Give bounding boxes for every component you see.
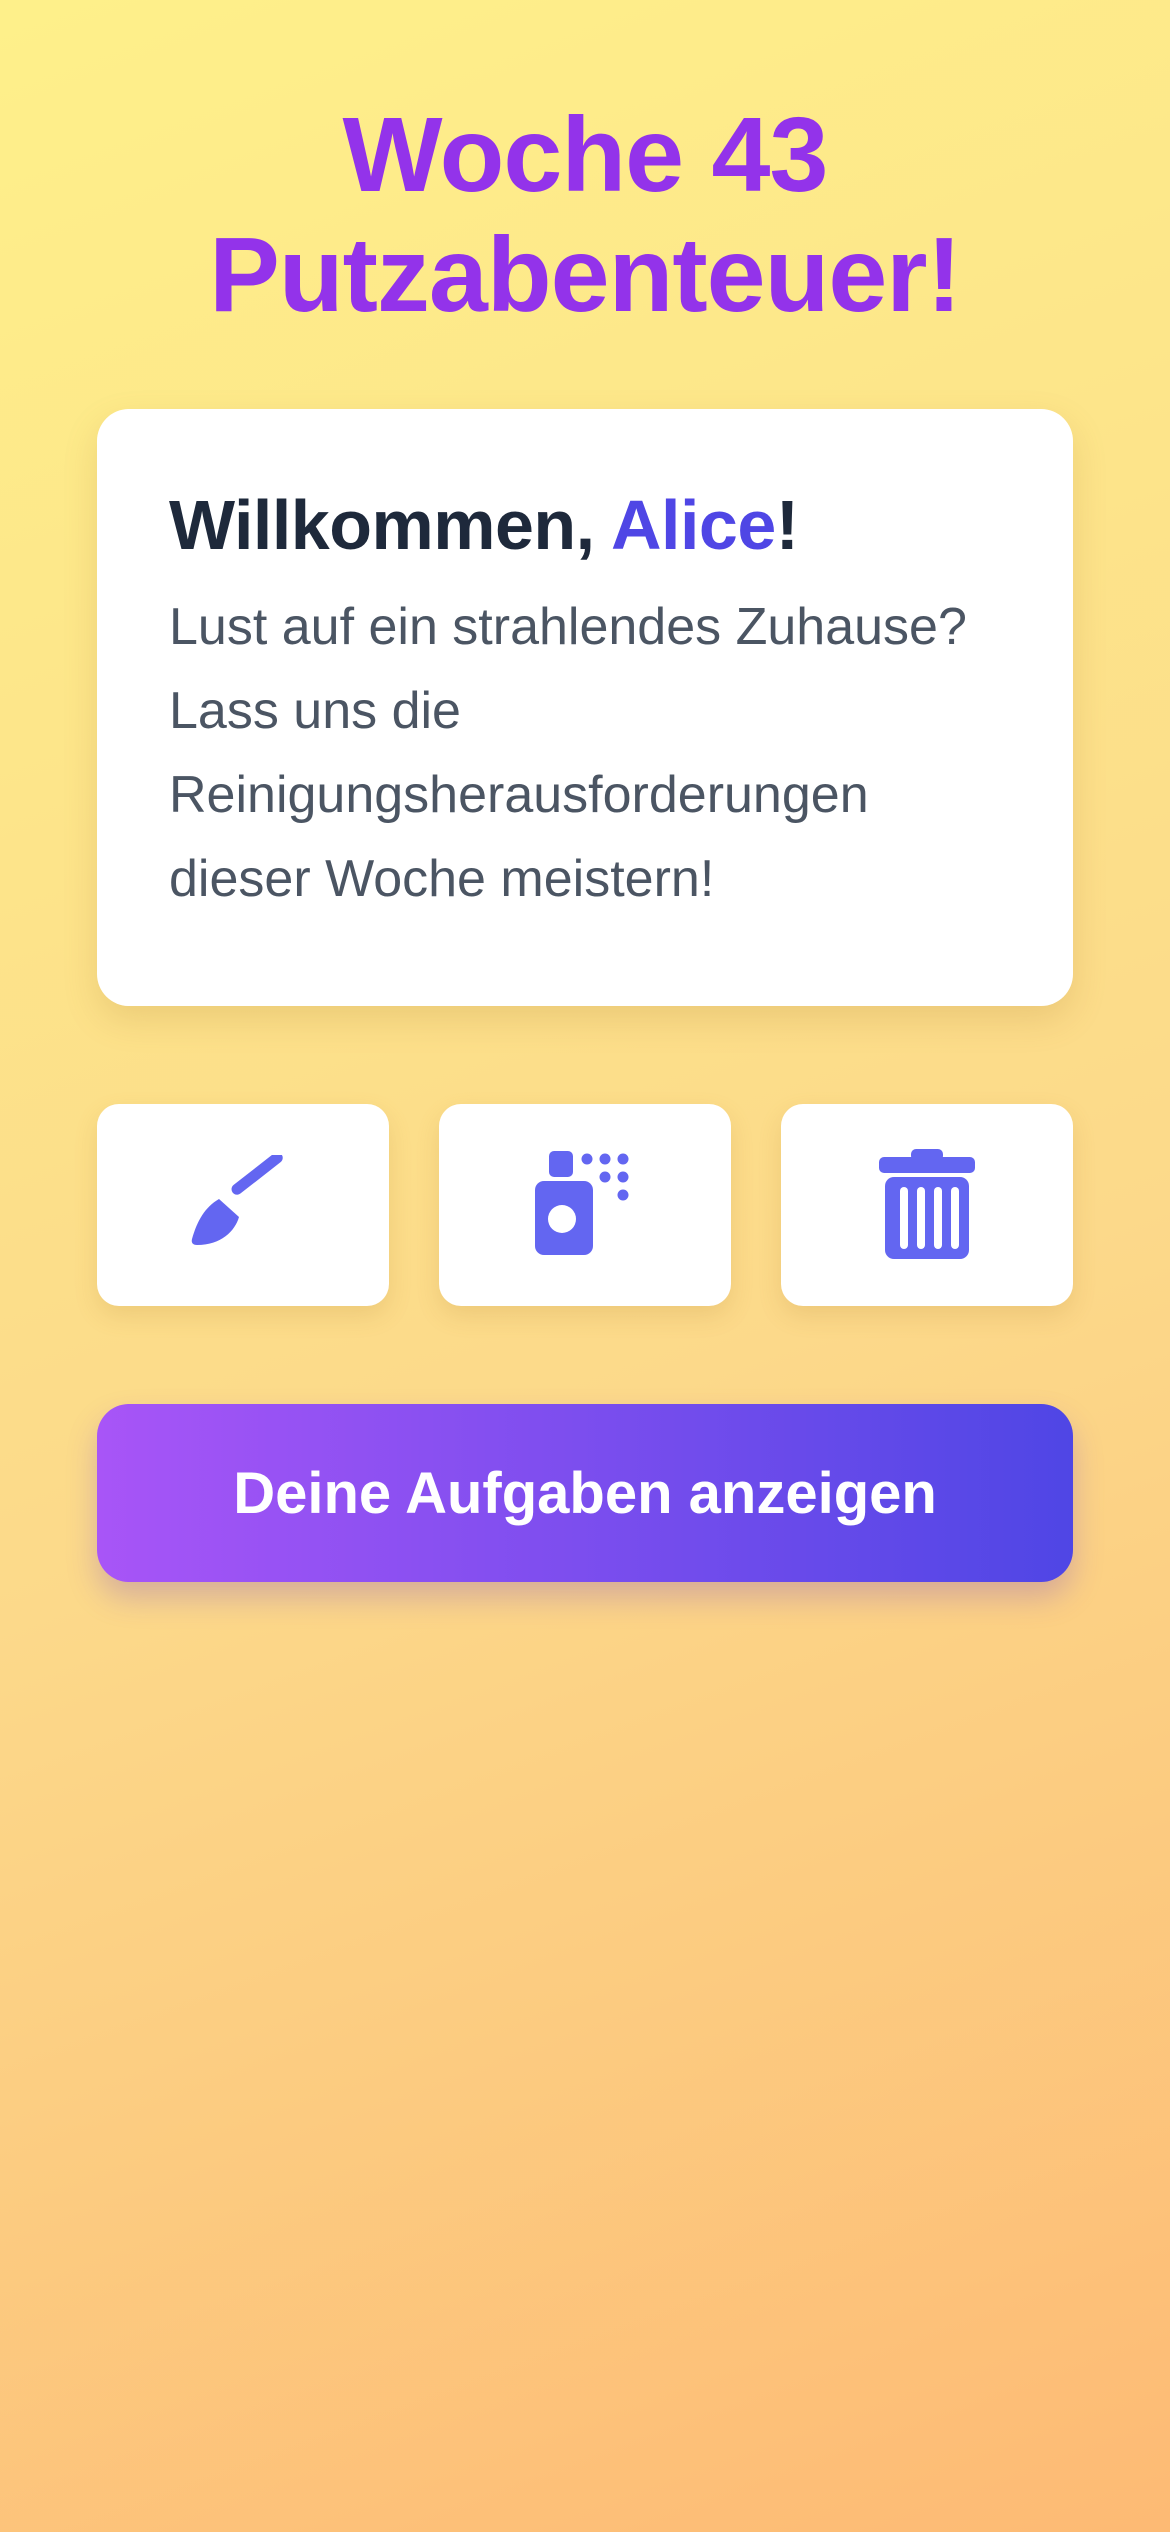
welcome-card: Willkommen, Alice! Lust auf ein strahlen… <box>97 409 1073 1006</box>
cleaning-category-row <box>97 1104 1073 1306</box>
welcome-message: Lust auf ein strahlendes Zuhause? Lass u… <box>169 598 967 908</box>
page-title-line-1: Woche 43 <box>342 96 829 214</box>
welcome-punctuation: ! <box>775 486 799 564</box>
spray-bottle-icon <box>535 1151 629 1255</box>
broom-icon <box>191 1155 283 1245</box>
welcome-heading: Willkommen, Alice! <box>169 483 1001 567</box>
spray-tile[interactable] <box>439 1104 731 1306</box>
trash-tile[interactable] <box>781 1104 1073 1306</box>
broom-tile[interactable] <box>97 1104 389 1306</box>
view-tasks-button[interactable]: Deine Aufgaben anzeigen <box>97 1404 1073 1582</box>
welcome-greeting: Willkommen, <box>169 486 611 564</box>
page-title-line-2: Putzabenteuer! <box>209 216 962 334</box>
page-title: Woche 43 Putzabenteuer! <box>0 95 1170 335</box>
trash-can-icon <box>879 1149 975 1259</box>
user-name: Alice <box>610 486 776 564</box>
